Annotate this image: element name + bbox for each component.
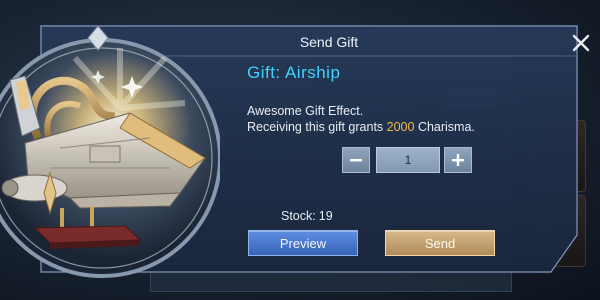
gift-description: Awesome Gift Effect. Receiving this gift… xyxy=(247,103,475,135)
send-button[interactable]: Send xyxy=(385,230,495,256)
gift-name: Gift: Airship xyxy=(247,63,341,82)
minus-icon xyxy=(350,159,362,162)
gift-image-frame xyxy=(0,25,220,278)
dialog-title: Send Gift xyxy=(299,34,359,50)
stock-label: Stock: xyxy=(281,209,316,223)
increase-quantity-button[interactable] xyxy=(444,147,472,173)
description-prefix: Receiving this gift grants xyxy=(247,120,387,134)
decrease-quantity-button[interactable] xyxy=(342,147,370,173)
close-button[interactable] xyxy=(568,30,594,56)
stock-info: Stock: 19 xyxy=(278,209,333,223)
description-line-2: Receiving this gift grants 2000 Charisma… xyxy=(247,119,475,135)
quantity-input[interactable]: 1 xyxy=(376,147,440,173)
stock-value: 19 xyxy=(318,209,333,223)
description-line-1: Awesome Gift Effect. xyxy=(247,104,364,118)
plus-icon xyxy=(452,154,464,166)
preview-button[interactable]: Preview xyxy=(248,230,358,256)
charisma-value: 2000 xyxy=(386,120,415,134)
description-suffix: Charisma. xyxy=(414,120,475,134)
quantity-stepper: 1 xyxy=(342,145,472,173)
close-icon xyxy=(572,34,590,52)
